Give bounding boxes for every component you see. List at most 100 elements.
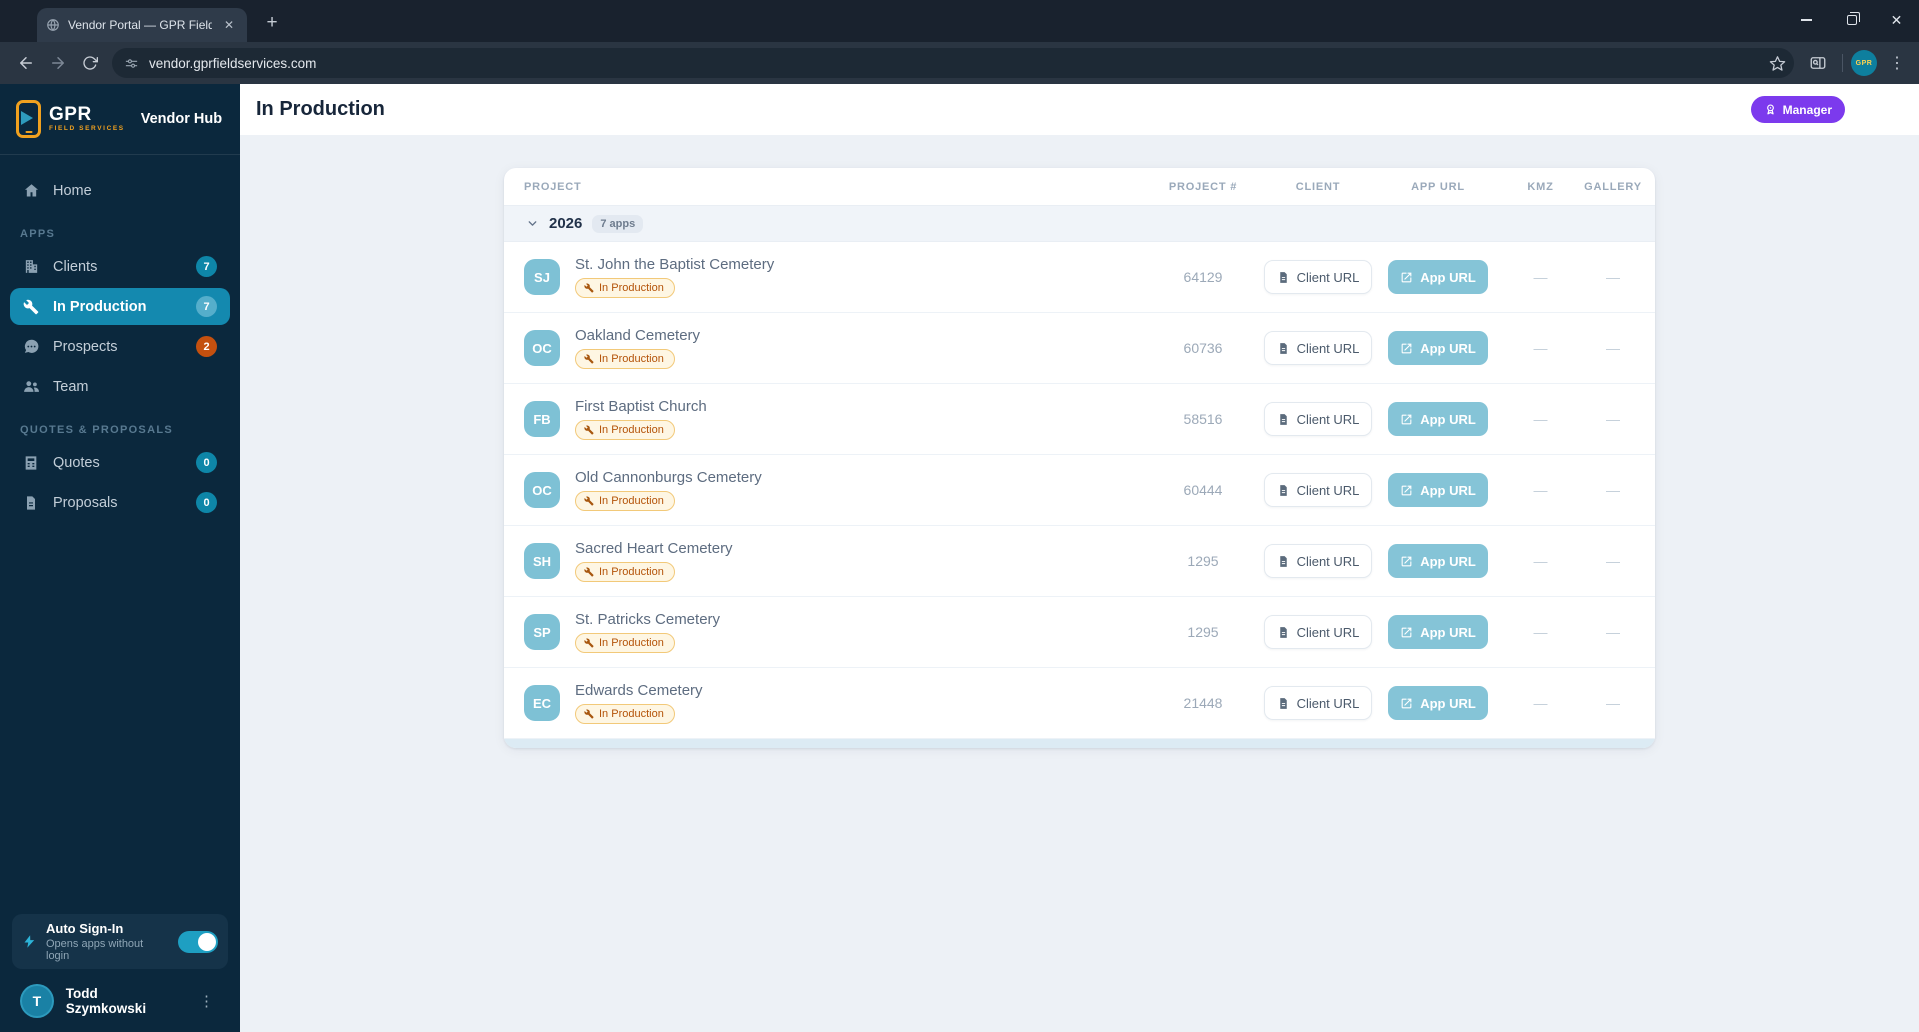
app-url-button[interactable]: App URL	[1388, 473, 1488, 507]
auto-signin-subtitle: Opens apps without login	[46, 938, 144, 962]
restore-icon	[1846, 12, 1860, 25]
table-footer-strip	[504, 739, 1655, 748]
chat-bubble-icon	[23, 338, 40, 355]
tab-close-icon[interactable]: ✕	[220, 16, 238, 34]
client-url-label: Client URL	[1296, 340, 1360, 356]
award-icon	[1764, 103, 1777, 116]
clients-count-badge: 7	[196, 256, 217, 277]
gallery-empty: —	[1606, 482, 1620, 498]
column-header-project-number: PROJECT #	[1168, 180, 1238, 193]
app-url-label: App URL	[1420, 624, 1476, 640]
client-url-label: Client URL	[1296, 482, 1360, 498]
projects-table: PROJECT PROJECT # CLIENT APP URL KMZ GAL…	[504, 168, 1655, 748]
year-group-row[interactable]: 2026 7 apps	[504, 206, 1655, 242]
kmz-empty: —	[1533, 340, 1548, 356]
wrench-icon	[584, 567, 594, 577]
app-url-button[interactable]: App URL	[1388, 544, 1488, 578]
sidebar-item-prospects[interactable]: Prospects 2	[10, 328, 230, 365]
project-name: Old Cannonburgs Cemetery	[575, 469, 762, 486]
address-bar[interactable]: vendor.gprfieldservices.com	[112, 48, 1794, 78]
app-url-button[interactable]: App URL	[1388, 331, 1488, 365]
chevron-down-icon[interactable]	[526, 217, 539, 230]
project-number: 1295	[1187, 624, 1219, 640]
column-header-client: CLIENT	[1295, 180, 1341, 193]
kmz-empty: —	[1533, 624, 1548, 640]
browser-toolbar: vendor.gprfieldservices.com GPR ⋮	[0, 42, 1919, 84]
auto-signin-title: Auto Sign-In	[46, 921, 124, 936]
sidebar-item-label: In Production	[53, 298, 147, 315]
sidebar-item-quotes[interactable]: Quotes 0	[10, 444, 230, 481]
browser-profile-avatar[interactable]: GPR	[1851, 50, 1877, 76]
wrench-icon	[584, 283, 594, 293]
app-url-button[interactable]: App URL	[1388, 615, 1488, 649]
window-close-button[interactable]: ✕	[1874, 0, 1919, 40]
project-avatar: SJ	[524, 259, 560, 295]
window-restore-button[interactable]	[1829, 0, 1874, 40]
site-info-icon[interactable]	[124, 56, 139, 71]
client-url-button[interactable]: Client URL	[1263, 544, 1373, 578]
forward-button[interactable]	[42, 47, 74, 79]
client-url-button[interactable]: Client URL	[1263, 686, 1373, 720]
sidebar-item-team[interactable]: Team	[10, 368, 230, 405]
status-badge: In Production	[575, 633, 675, 653]
app-url-label: App URL	[1420, 482, 1476, 498]
page-header: In Production Manager	[240, 84, 1919, 135]
wrench-icon	[584, 709, 594, 719]
column-header-app-url: APP URL	[1411, 180, 1465, 193]
user-row[interactable]: T Todd Szymkowski ⋮	[12, 969, 228, 1020]
column-header-project: PROJECT	[524, 180, 582, 193]
file-icon	[1277, 484, 1290, 497]
client-url-label: Client URL	[1296, 695, 1360, 711]
sidebar-item-clients[interactable]: Clients 7	[10, 248, 230, 285]
project-avatar: SH	[524, 543, 560, 579]
client-url-button[interactable]: Client URL	[1263, 615, 1373, 649]
external-link-icon	[1400, 626, 1413, 639]
kmz-empty: —	[1533, 553, 1548, 569]
sidebar: GPR FIELD SERVICES Vendor Hub Home APPS …	[0, 84, 240, 1032]
kmz-empty: —	[1533, 269, 1548, 285]
project-number: 21448	[1183, 695, 1223, 711]
sidebar-item-label: Quotes	[53, 454, 100, 471]
status-label: In Production	[599, 566, 664, 578]
bookmark-star-icon[interactable]	[1769, 55, 1786, 72]
sidebar-item-label: Home	[53, 182, 92, 199]
gallery-empty: —	[1606, 340, 1620, 356]
status-badge: In Production	[575, 278, 675, 298]
url-text[interactable]: vendor.gprfieldservices.com	[149, 56, 1759, 71]
reload-button[interactable]	[74, 47, 106, 79]
brand-name: GPR	[49, 104, 92, 126]
client-url-label: Client URL	[1296, 553, 1360, 569]
project-avatar: OC	[524, 330, 560, 366]
app-url-button[interactable]: App URL	[1388, 402, 1488, 436]
window-minimize-button[interactable]	[1784, 0, 1829, 40]
client-url-button[interactable]: Client URL	[1263, 402, 1373, 436]
client-url-button[interactable]: Client URL	[1263, 473, 1373, 507]
app-url-label: App URL	[1420, 695, 1476, 711]
user-name: Todd Szymkowski	[65, 986, 147, 1016]
team-icon	[23, 378, 40, 395]
back-button[interactable]	[10, 47, 42, 79]
app-url-button[interactable]: App URL	[1388, 260, 1488, 294]
gallery-empty: —	[1606, 553, 1620, 569]
app-url-button[interactable]: App URL	[1388, 686, 1488, 720]
sidebar-item-proposals[interactable]: Proposals 0	[10, 484, 230, 521]
project-name: St. John the Baptist Cemetery	[575, 256, 775, 273]
sidebar-item-label: Proposals	[53, 494, 118, 511]
wrench-icon	[584, 354, 594, 364]
side-panel-icon[interactable]	[1802, 47, 1834, 79]
status-label: In Production	[599, 495, 664, 507]
auto-signin-toggle[interactable]	[178, 930, 218, 953]
project-number: 58516	[1183, 411, 1223, 427]
client-url-button[interactable]: Client URL	[1263, 260, 1373, 294]
manager-button[interactable]: Manager	[1750, 96, 1845, 123]
wrench-icon	[584, 425, 594, 435]
client-url-button[interactable]: Client URL	[1263, 331, 1373, 365]
new-tab-button[interactable]: +	[259, 10, 285, 36]
sidebar-item-in-production[interactable]: In Production 7	[10, 288, 230, 325]
brand-subtitle: FIELD SERVICES	[49, 125, 125, 133]
user-menu-icon[interactable]: ⋮	[193, 992, 220, 1010]
file-icon	[1277, 626, 1290, 639]
browser-tab[interactable]: Vendor Portal — GPR Field Serv ✕	[37, 8, 247, 42]
browser-menu-icon[interactable]: ⋮	[1885, 53, 1909, 73]
sidebar-item-home[interactable]: Home	[10, 172, 230, 209]
